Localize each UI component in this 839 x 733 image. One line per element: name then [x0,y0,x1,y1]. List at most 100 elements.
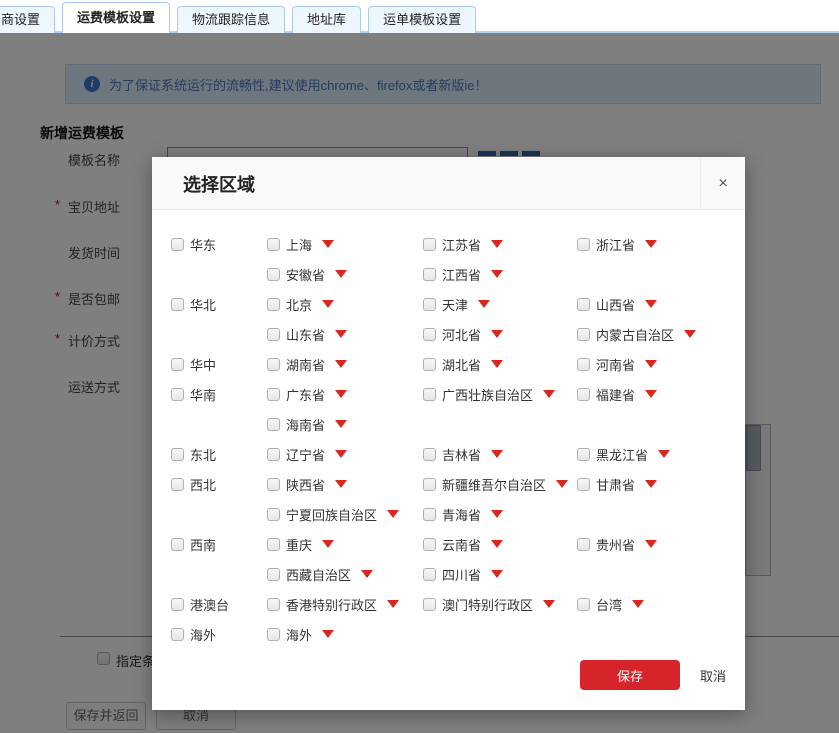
province-label[interactable]: 上海 [286,235,312,254]
province-checkbox[interactable] [577,358,590,371]
province-checkbox[interactable] [423,508,436,521]
province-checkbox[interactable] [267,238,280,251]
expand-cities-icon[interactable] [491,450,503,458]
expand-cities-icon[interactable] [335,360,347,368]
expand-cities-icon[interactable] [478,300,490,308]
expand-cities-icon[interactable] [335,450,347,458]
region-label[interactable]: 东北 [190,445,216,464]
province-checkbox[interactable] [267,598,280,611]
expand-cities-icon[interactable] [335,390,347,398]
expand-cities-icon[interactable] [387,600,399,608]
province-label[interactable]: 重庆 [286,535,312,554]
region-checkbox[interactable] [171,448,184,461]
province-checkbox[interactable] [267,268,280,281]
expand-cities-icon[interactable] [491,510,503,518]
province-label[interactable]: 山东省 [286,325,325,344]
region-checkbox[interactable] [171,538,184,551]
province-checkbox[interactable] [267,298,280,311]
modal-cancel-button[interactable]: 取消 [700,666,726,685]
province-label[interactable]: 湖北省 [442,355,481,374]
province-checkbox[interactable] [423,298,436,311]
expand-cities-icon[interactable] [491,270,503,278]
expand-cities-icon[interactable] [556,480,568,488]
province-checkbox[interactable] [267,388,280,401]
tab-1[interactable]: 运费模板设置 [62,2,170,33]
province-checkbox[interactable] [423,478,436,491]
expand-cities-icon[interactable] [543,390,555,398]
expand-cities-icon[interactable] [335,330,347,338]
province-checkbox[interactable] [423,328,436,341]
close-icon[interactable]: × [700,157,745,210]
expand-cities-icon[interactable] [658,450,670,458]
region-label[interactable]: 海外 [190,625,216,644]
region-label[interactable]: 西北 [190,475,216,494]
province-label[interactable]: 贵州省 [596,535,635,554]
province-checkbox[interactable] [267,628,280,641]
province-label[interactable]: 甘肃省 [596,475,635,494]
province-label[interactable]: 青海省 [442,505,481,524]
region-checkbox[interactable] [171,628,184,641]
tab-2[interactable]: 物流跟踪信息 [177,6,285,33]
province-label[interactable]: 河南省 [596,355,635,374]
province-label[interactable]: 安徽省 [286,265,325,284]
province-checkbox[interactable] [577,598,590,611]
province-checkbox[interactable] [577,388,590,401]
province-label[interactable]: 广东省 [286,385,325,404]
expand-cities-icon[interactable] [491,540,503,548]
region-label[interactable]: 华中 [190,355,216,374]
expand-cities-icon[interactable] [491,360,503,368]
province-label[interactable]: 江苏省 [442,235,481,254]
expand-cities-icon[interactable] [684,330,696,338]
region-label[interactable]: 华北 [190,295,216,314]
region-checkbox[interactable] [171,358,184,371]
province-checkbox[interactable] [423,568,436,581]
province-checkbox[interactable] [577,238,590,251]
province-checkbox[interactable] [577,328,590,341]
province-checkbox[interactable] [267,568,280,581]
expand-cities-icon[interactable] [491,570,503,578]
expand-cities-icon[interactable] [543,600,555,608]
expand-cities-icon[interactable] [335,420,347,428]
expand-cities-icon[interactable] [387,510,399,518]
province-checkbox[interactable] [423,238,436,251]
province-label[interactable]: 辽宁省 [286,445,325,464]
region-label[interactable]: 西南 [190,535,216,554]
expand-cities-icon[interactable] [335,480,347,488]
province-label[interactable]: 天津 [442,295,468,314]
province-checkbox[interactable] [267,448,280,461]
province-label[interactable]: 海外 [286,625,312,644]
province-label[interactable]: 黑龙江省 [596,445,648,464]
region-label[interactable]: 港澳台 [190,595,229,614]
province-label[interactable]: 宁夏回族自治区 [286,505,377,524]
region-label[interactable]: 华南 [190,385,216,404]
province-label[interactable]: 西藏自治区 [286,565,351,584]
province-label[interactable]: 河北省 [442,325,481,344]
province-label[interactable]: 江西省 [442,265,481,284]
region-checkbox[interactable] [171,238,184,251]
province-label[interactable]: 海南省 [286,415,325,434]
province-checkbox[interactable] [423,388,436,401]
expand-cities-icon[interactable] [645,360,657,368]
province-checkbox[interactable] [423,598,436,611]
province-checkbox[interactable] [267,478,280,491]
province-label[interactable]: 广西壮族自治区 [442,385,533,404]
province-label[interactable]: 吉林省 [442,445,481,464]
expand-cities-icon[interactable] [645,480,657,488]
province-label[interactable]: 北京 [286,295,312,314]
province-checkbox[interactable] [267,328,280,341]
expand-cities-icon[interactable] [491,330,503,338]
province-checkbox[interactable] [423,538,436,551]
expand-cities-icon[interactable] [645,300,657,308]
expand-cities-icon[interactable] [322,240,334,248]
tab-4[interactable]: 运单模板设置 [368,6,476,33]
province-label[interactable]: 新疆维吾尔自治区 [442,475,546,494]
expand-cities-icon[interactable] [322,540,334,548]
tab-0[interactable]: 服务商设置 [0,6,55,33]
region-label[interactable]: 华东 [190,235,216,254]
province-label[interactable]: 澳门特别行政区 [442,595,533,614]
expand-cities-icon[interactable] [322,300,334,308]
province-checkbox[interactable] [423,448,436,461]
expand-cities-icon[interactable] [322,630,334,638]
province-label[interactable]: 台湾 [596,595,622,614]
modal-save-button[interactable]: 保存 [580,660,680,690]
